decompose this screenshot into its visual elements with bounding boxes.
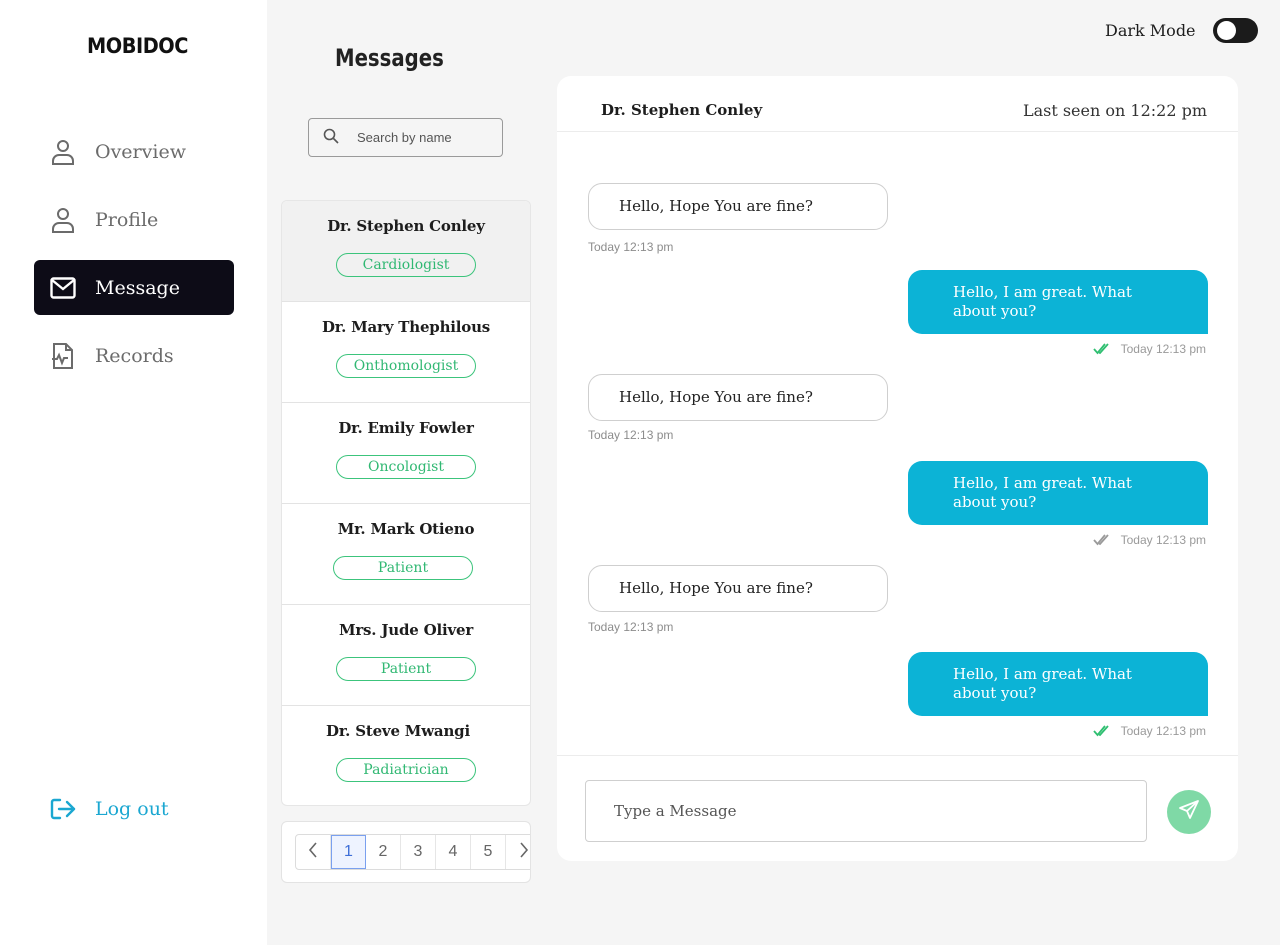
sidebar-item-overview[interactable]: Overview	[34, 124, 234, 179]
dark-mode-control: Dark Mode	[1105, 18, 1258, 43]
message-time: Today 12:13 pm	[588, 428, 674, 442]
mail-icon	[50, 275, 76, 301]
logout-button[interactable]: Log out	[50, 796, 169, 822]
app-logo: MOBIDOC	[87, 34, 188, 58]
contact-role-badge: Patient	[336, 657, 476, 681]
send-button[interactable]	[1167, 790, 1211, 834]
sidebar-item-label: Records	[95, 344, 174, 367]
sidebar-item-label: Message	[95, 276, 180, 299]
file-chart-icon	[50, 342, 76, 369]
user-icon	[50, 139, 76, 165]
contact-item-steve-mwangi[interactable]: Dr. Steve Mwangi Padiatrician	[282, 706, 530, 805]
message-time: Today 12:13 pm	[1120, 533, 1206, 547]
message-meta: Today 12:13 pm	[1092, 342, 1206, 356]
search-box[interactable]	[308, 118, 503, 157]
sidebar: MOBIDOC Overview Profile Message Records…	[0, 0, 267, 945]
page-button-5[interactable]: 5	[471, 835, 506, 869]
send-icon	[1178, 799, 1200, 825]
chevron-right-icon	[519, 841, 529, 863]
page-title: Messages	[335, 44, 444, 72]
sidebar-item-label: Profile	[95, 208, 159, 231]
contact-role-badge: Oncologist	[336, 455, 476, 479]
contact-name: Dr. Emily Fowler	[338, 419, 474, 437]
pagination: 1 2 3 4 5	[281, 821, 531, 883]
page-button-1[interactable]: 1	[331, 835, 366, 869]
double-check-icon	[1092, 725, 1109, 737]
incoming-message: Hello, Hope You are fine?	[588, 374, 888, 421]
contact-item-mary-thephilous[interactable]: Dr. Mary Thephilous Onthomologist	[282, 302, 530, 403]
contact-item-jude-oliver[interactable]: Mrs. Jude Oliver Patient	[282, 605, 530, 706]
next-page-button[interactable]	[506, 835, 530, 869]
message-time: Today 12:13 pm	[1120, 342, 1206, 356]
outgoing-message: Hello, I am great. What about you?	[908, 461, 1208, 525]
contact-item-mark-otieno[interactable]: Mr. Mark Otieno Patient	[282, 504, 530, 605]
page-button-2[interactable]: 2	[366, 835, 401, 869]
chat-contact-name: Dr. Stephen Conley	[601, 101, 763, 119]
toggle-knob	[1216, 21, 1236, 40]
message-time: Today 12:13 pm	[588, 240, 674, 254]
contact-name: Mr. Mark Otieno	[337, 520, 475, 538]
logout-label: Log out	[95, 798, 169, 820]
contact-role-badge: Onthomologist	[336, 354, 476, 378]
page-button-4[interactable]: 4	[436, 835, 471, 869]
incoming-message: Hello, Hope You are fine?	[588, 565, 888, 612]
message-time: Today 12:13 pm	[1120, 724, 1206, 738]
double-check-icon	[1092, 343, 1109, 355]
incoming-message: Hello, Hope You are fine?	[588, 183, 888, 230]
dark-mode-label: Dark Mode	[1105, 21, 1196, 40]
chat-header: Dr. Stephen Conley Last seen on 12:22 pm	[557, 76, 1238, 132]
search-icon	[323, 128, 339, 148]
contact-role-badge: Cardiologist	[336, 253, 476, 277]
contact-item-stephen-conley[interactable]: Dr. Stephen Conley Cardiologist	[282, 201, 530, 302]
chat-panel: Dr. Stephen Conley Last seen on 12:22 pm…	[557, 76, 1238, 861]
message-meta: Today 12:13 pm	[1092, 724, 1206, 738]
prev-page-button[interactable]	[296, 835, 331, 869]
page-button-3[interactable]: 3	[401, 835, 436, 869]
contact-name: Mrs. Jude Oliver	[338, 621, 474, 639]
search-input[interactable]	[357, 130, 487, 145]
user-icon	[50, 207, 76, 233]
outgoing-message: Hello, I am great. What about you?	[908, 652, 1208, 716]
contact-role-badge: Padiatrician	[336, 758, 476, 782]
sidebar-item-records[interactable]: Records	[34, 328, 234, 383]
contact-name: Dr. Stephen Conley	[327, 217, 485, 235]
contact-role-badge: Patient	[333, 556, 473, 580]
message-input[interactable]	[585, 780, 1147, 842]
sidebar-item-profile[interactable]: Profile	[34, 192, 234, 247]
dark-mode-toggle[interactable]	[1212, 18, 1258, 43]
message-meta: Today 12:13 pm	[1092, 533, 1206, 547]
chevron-left-icon	[308, 841, 318, 863]
contact-name: Dr. Mary Thephilous	[321, 318, 491, 336]
message-time: Today 12:13 pm	[588, 620, 674, 634]
contact-list: Dr. Stephen Conley Cardiologist Dr. Mary…	[281, 200, 531, 806]
last-seen-status: Last seen on 12:22 pm	[1022, 101, 1207, 120]
contact-name: Dr. Steve Mwangi	[326, 722, 470, 740]
logout-icon	[50, 796, 76, 822]
sidebar-item-message[interactable]: Message	[34, 260, 234, 315]
sidebar-item-label: Overview	[95, 140, 186, 163]
chat-composer	[557, 755, 1238, 861]
double-check-icon	[1092, 534, 1109, 546]
outgoing-message: Hello, I am great. What about you?	[908, 270, 1208, 334]
contact-item-emily-fowler[interactable]: Dr. Emily Fowler Oncologist	[282, 403, 530, 504]
